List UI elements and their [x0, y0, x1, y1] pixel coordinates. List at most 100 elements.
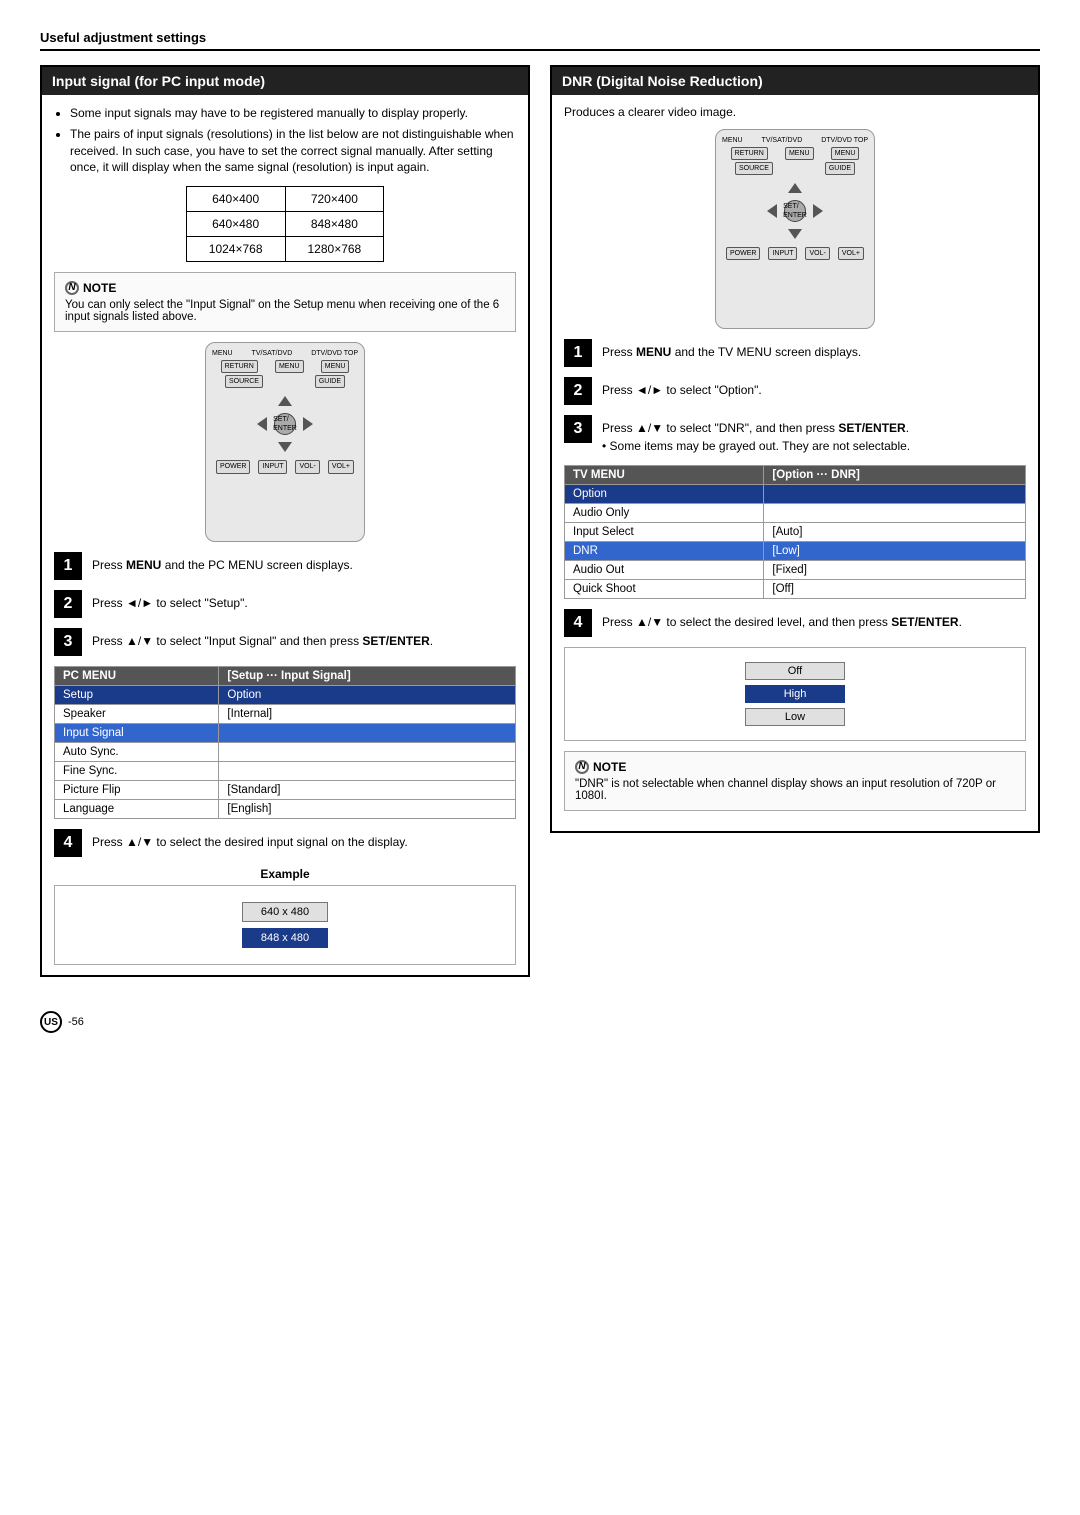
bullet-list: Some input signals may have to be regist… [70, 105, 516, 176]
remote-btn-row-r2: SOURCE GUIDE [722, 162, 868, 175]
step-left-3: 3 Press ▲/▼ to select "Input Signal" and… [54, 628, 516, 656]
pc-menu-row: Auto Sync. [55, 743, 516, 762]
res-bar-2: 848 x 480 [242, 928, 328, 948]
remote-menu-btn: MENU [212, 349, 233, 358]
tv-menu-row: Option [565, 485, 1026, 504]
pc-menu-header-left: PC MENU [55, 667, 219, 686]
tv-menu-row: DNR[Low] [565, 542, 1026, 561]
res-bar-1: 640 x 480 [242, 902, 328, 922]
signal-cell: 1024×768 [186, 237, 285, 262]
bullet-2: The pairs of input signals (resolutions)… [70, 126, 516, 176]
remote-tvsat-right: TV/SAT/DVD [762, 136, 803, 145]
remote-dtv-top-right: DTV/DVD TOP [821, 136, 868, 145]
dnr-body: Produces a clearer video image. MENU TV/… [552, 95, 1038, 831]
remote-top-row-right: MENU TV/SAT/DVD DTV/DVD TOP [722, 136, 868, 145]
remote-menu-btn3: MENU [321, 360, 350, 373]
pc-menu-header-row: PC MENU[Setup ··· Input Signal] [55, 667, 516, 686]
tv-menu-row: Audio Out[Fixed] [565, 561, 1026, 580]
example-label: Example [54, 867, 516, 881]
remote-arrow-down-right [788, 229, 802, 239]
remote-set-enter: SET/ENTER [274, 413, 296, 435]
left-column: Input signal (for PC input mode) Some in… [40, 65, 530, 991]
remote-dtv-top-btn: DTV/DVD TOP [311, 349, 358, 358]
step-right-4: 4 Press ▲/▼ to select the desired level,… [564, 609, 1026, 637]
step-left-2: 2 Press ◄/► to select "Setup". [54, 590, 516, 618]
level-high: High [745, 685, 845, 703]
input-signal-section: Input signal (for PC input mode) Some in… [40, 65, 530, 977]
step-text-right-4: Press ▲/▼ to select the desired level, a… [602, 609, 962, 631]
dnr-intro: Produces a clearer video image. [564, 105, 1026, 119]
remote-menu-right3: MENU [831, 147, 860, 160]
remote-guide-right: GUIDE [825, 162, 855, 175]
pc-menu-row: Language[English] [55, 800, 516, 819]
dnr-title: DNR (Digital Noise Reduction) [552, 67, 1038, 95]
remote-btn-row-2: SOURCE GUIDE [212, 375, 358, 388]
pc-menu-row: Speaker[Internal] [55, 705, 516, 724]
level-low: Low [745, 708, 845, 726]
pc-menu-row: Fine Sync. [55, 762, 516, 781]
footer-circle: US [40, 1011, 62, 1033]
step-text-left-3: Press ▲/▼ to select "Input Signal" and t… [92, 628, 433, 650]
remote-vol-btn: VOL- [295, 460, 319, 473]
signal-cell: 640×480 [186, 212, 285, 237]
two-col-layout: Input signal (for PC input mode) Some in… [40, 65, 1040, 991]
page-footer: US -56 [40, 1011, 1040, 1033]
remote-inner-left: MENU TV/SAT/DVD DTV/DVD TOP RETURN MENU … [206, 343, 364, 481]
step-num-left-1: 1 [54, 552, 82, 580]
signal-cell: 720×400 [285, 187, 384, 212]
remote-return-right: RETURN [731, 147, 768, 160]
remote-arrow-right-right [813, 204, 823, 218]
remote-vol-plus-right: VOL+ [838, 247, 864, 260]
note-icon-right: N [575, 760, 589, 774]
note-title-right: N NOTE [575, 760, 1015, 774]
step-num-right-1: 1 [564, 339, 592, 367]
note-box-left: N NOTE You can only select the "Input Si… [54, 272, 516, 332]
step-right-3: 3 Press ▲/▼ to select "DNR", and then pr… [564, 415, 1026, 455]
tv-menu-table: TV MENU[Option ··· DNR]OptionAudio OnlyI… [564, 465, 1026, 599]
pc-menu-header-right: [Setup ··· Input Signal] [219, 667, 516, 686]
pc-menu-row: Picture Flip[Standard] [55, 781, 516, 800]
remote-btn-row-3: POWER INPUT VOL- VOL+ [212, 460, 358, 473]
step-num-left-3: 3 [54, 628, 82, 656]
remote-arrow-left-right [767, 204, 777, 218]
step-bold-setenter-right: SET/ENTER [838, 421, 905, 435]
remote-btn-row-r3: POWER INPUT VOL- VOL+ [722, 247, 868, 260]
page-header-title: Useful adjustment settings [40, 30, 206, 45]
remote-guide-btn: GUIDE [315, 375, 345, 388]
remote-menu-right: MENU [722, 136, 743, 145]
tv-menu-header-row: TV MENU[Option ··· DNR] [565, 466, 1026, 485]
step-num-left-2: 2 [54, 590, 82, 618]
remote-arrow-pad-left: SET/ENTER [255, 394, 315, 454]
note-text-right: "DNR" is not selectable when channel dis… [575, 778, 996, 802]
remote-vol-plus-btn: VOL+ [328, 460, 354, 473]
example-box: 640 x 480 848 x 480 [54, 885, 516, 965]
step-bold-menu-right1: MENU [636, 345, 671, 359]
step-text-left-2: Press ◄/► to select "Setup". [92, 590, 248, 612]
note-text-left: You can only select the "Input Signal" o… [65, 299, 499, 323]
step-num-right-3: 3 [564, 415, 592, 443]
remote-tvsat-btn: TV/SAT/DVD [252, 349, 293, 358]
step-bold-setenter-right4: SET/ENTER [891, 615, 958, 629]
remote-arrow-right [303, 417, 313, 431]
step-text-left-4: Press ▲/▼ to select the desired input si… [92, 829, 408, 851]
input-signal-body: Some input signals may have to be regist… [42, 95, 528, 975]
remote-source-btn: SOURCE [225, 375, 263, 388]
remote-return-btn: RETURN [221, 360, 258, 373]
remote-image-right: MENU TV/SAT/DVD DTV/DVD TOP RETURN MENU … [715, 129, 875, 329]
remote-btn-row-1: RETURN MENU MENU [212, 360, 358, 373]
remote-image-left: MENU TV/SAT/DVD DTV/DVD TOP RETURN MENU … [205, 342, 365, 542]
remote-arrow-left [257, 417, 267, 431]
step-right-1: 1 Press MENU and the TV MENU screen disp… [564, 339, 1026, 367]
step-bold-menu-left: MENU [126, 558, 161, 572]
pc-menu-table: PC MENU[Setup ··· Input Signal]SetupOpti… [54, 666, 516, 819]
remote-arrow-up-right [788, 183, 802, 193]
remote-source-right: SOURCE [735, 162, 773, 175]
remote-menu-right2: MENU [785, 147, 814, 160]
signal-cell: 1280×768 [285, 237, 384, 262]
note-icon-left: N [65, 281, 79, 295]
step-text-left-1: Press MENU and the PC MENU screen displa… [92, 552, 353, 574]
step-text-right-3: Press ▲/▼ to select "DNR", and then pres… [602, 415, 910, 455]
step-text-right-2: Press ◄/► to select "Option". [602, 377, 762, 399]
level-off: Off [745, 662, 845, 680]
step-left-4: 4 Press ▲/▼ to select the desired input … [54, 829, 516, 857]
